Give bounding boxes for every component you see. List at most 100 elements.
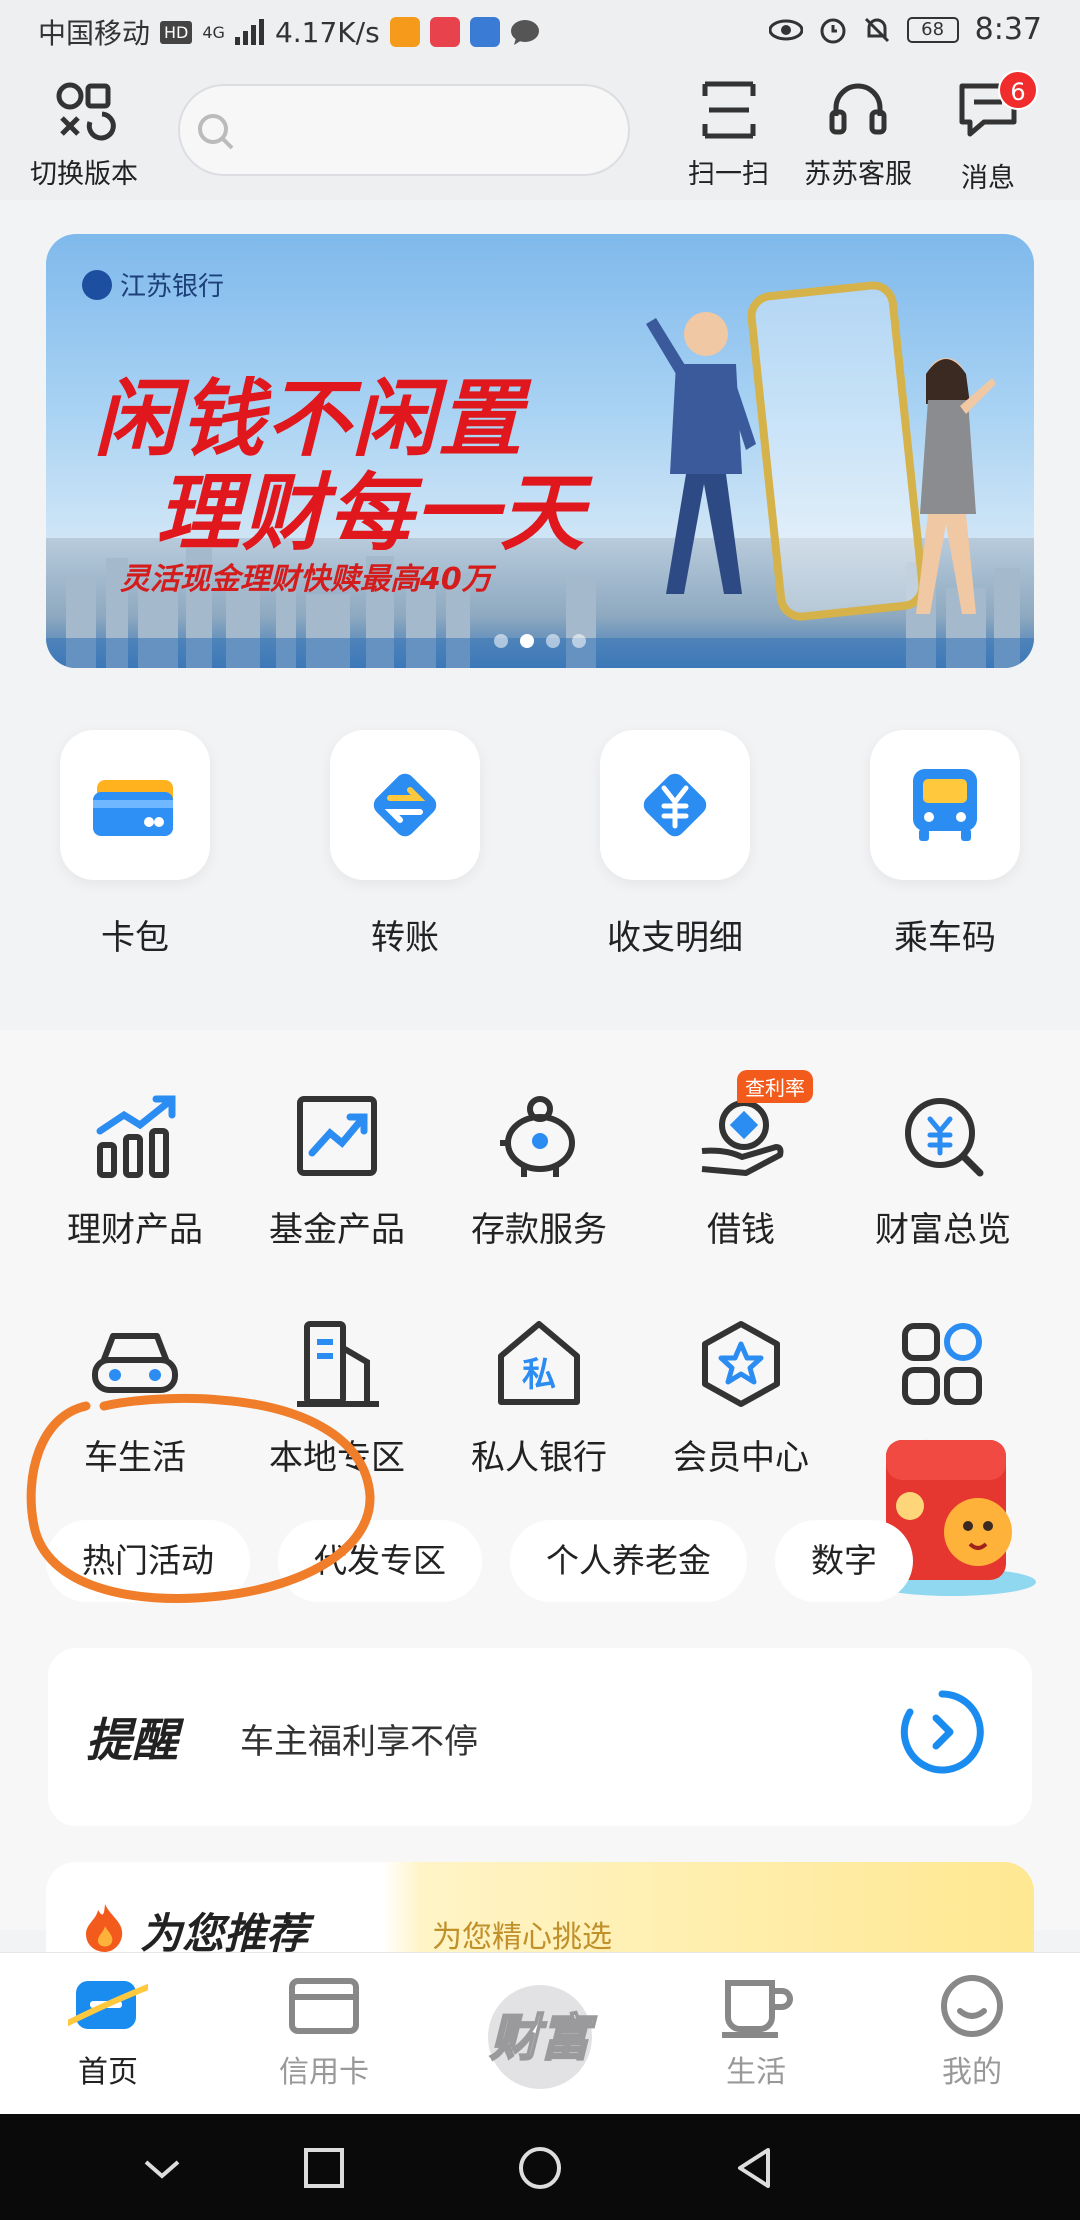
quick-transfer[interactable]: 转账	[305, 730, 505, 959]
banner-dot-active[interactable]	[520, 634, 534, 648]
home-button-icon[interactable]	[516, 2144, 564, 2192]
top-header: 切换版本 扫一扫 苏苏客服 6 消息	[0, 66, 1080, 200]
piggy-bank-icon	[500, 1096, 575, 1177]
bank-logo-icon	[82, 269, 112, 300]
service-car-life[interactable]: 车生活	[35, 1314, 235, 1479]
card-wallet-tile	[60, 730, 210, 880]
status-left: 中国移动 HD 4G 4.17K/s	[38, 12, 540, 52]
quick-bus-code[interactable]: 乘车码	[845, 730, 1045, 959]
service-label: 本地专区	[269, 1438, 405, 1478]
switch-version-button[interactable]: 切换版本	[30, 78, 138, 191]
carrier-name: 中国移动	[38, 17, 151, 50]
card-wallet-icon	[93, 780, 173, 836]
credit-card-icon	[289, 1978, 359, 2034]
headset-icon	[829, 83, 887, 135]
service-deposit[interactable]: 存款服务	[439, 1086, 639, 1251]
service-label: 借钱	[707, 1210, 775, 1250]
eye-icon	[768, 19, 803, 40]
service-private-bank[interactable]: 私 私人银行	[439, 1314, 639, 1479]
recent-apps-icon[interactable]	[300, 2144, 348, 2192]
service-borrow[interactable]: 查利率 借钱	[641, 1070, 841, 1251]
video-app-icon	[389, 17, 420, 47]
huawei-app-icon	[429, 17, 460, 47]
service-label: 财富总览	[875, 1210, 1011, 1250]
trend-chart-icon	[297, 1096, 377, 1176]
building-icon	[297, 1321, 379, 1407]
nav-label: 我的	[942, 2055, 1002, 2090]
star-badge-icon	[702, 1321, 780, 1407]
switch-version-label: 切换版本	[30, 159, 138, 190]
scan-icon	[702, 81, 755, 139]
battery-indicator: 68	[906, 16, 959, 43]
service-label: 私人银行	[471, 1438, 607, 1478]
service-wealth-products[interactable]: 理财产品	[35, 1086, 235, 1251]
reminder-card[interactable]: 提醒 车主福利享不停	[48, 1648, 1032, 1826]
service-label: 会员中心	[673, 1438, 809, 1478]
chip-payroll-zone[interactable]: 代发专区	[278, 1520, 482, 1602]
quick-label: 收支明细	[607, 918, 743, 958]
service-label: 存款服务	[471, 1210, 607, 1250]
interest-rate-tag[interactable]: 查利率	[737, 1070, 813, 1103]
back-icon[interactable]	[730, 2144, 778, 2192]
quick-statement[interactable]: 收支明细	[575, 730, 775, 959]
scan-label: 扫一扫	[688, 159, 769, 190]
switch-version-icon	[56, 82, 116, 141]
quick-actions: 卡包 转账 收支明细 乘车码	[0, 700, 1080, 1030]
hd-indicator: HD	[160, 20, 193, 44]
mute-bell-icon	[864, 17, 889, 42]
service-fund-products[interactable]: 基金产品	[237, 1086, 437, 1251]
service-label: 基金产品	[269, 1210, 405, 1250]
bottom-nav: 首页 信用卡 财富 生活 我的	[0, 1952, 1080, 2114]
wealth-search-icon	[905, 1098, 984, 1177]
transfer-tile	[330, 730, 480, 880]
bank-app-icon	[469, 17, 500, 47]
private-bank-icon: 私	[498, 1321, 580, 1405]
customer-service-label: 苏苏客服	[804, 159, 912, 190]
chip-pension[interactable]: 个人养老金	[510, 1520, 747, 1602]
service-local-zone[interactable]: 本地专区	[237, 1314, 437, 1479]
nav-life[interactable]: 生活	[666, 1973, 846, 2091]
cup-icon	[722, 1980, 793, 2038]
search-icon	[198, 114, 234, 150]
reminder-label: 提醒	[86, 1713, 178, 1767]
smile-icon	[941, 1975, 1003, 2037]
scan-button[interactable]: 扫一扫	[688, 78, 769, 191]
loan-hand-icon	[701, 1100, 784, 1176]
nav-home[interactable]: 首页	[18, 1973, 198, 2091]
status-right: 68 8:37	[768, 12, 1042, 47]
chart-bars-icon	[96, 1095, 176, 1178]
chip-digital[interactable]: 数字	[775, 1520, 913, 1602]
messages-badge: 6	[998, 70, 1038, 110]
messages-button[interactable]: 6 消息	[956, 70, 1038, 195]
service-label: 车生活	[84, 1438, 186, 1478]
quick-label: 卡包	[101, 918, 169, 958]
quick-card-wallet[interactable]: 卡包	[35, 730, 235, 959]
banner-dot[interactable]	[494, 634, 508, 648]
bank-logo-text: 江苏银行	[120, 272, 225, 302]
chat-bubble-icon	[510, 20, 539, 45]
promo-banner[interactable]: 江苏银行 闲钱不闲置 理财每一天 灵活现金理财快赎最高40万	[46, 234, 1034, 668]
banner-pagination	[46, 634, 1034, 648]
search-input[interactable]	[178, 84, 630, 176]
banner-dot[interactable]	[572, 634, 586, 648]
fire-icon	[86, 1904, 123, 1952]
reminder-text: 车主福利享不停	[240, 1722, 478, 1762]
clock-time: 8:37	[974, 12, 1042, 47]
service-wealth-overview[interactable]: 财富总览	[843, 1086, 1043, 1251]
status-bar: 中国移动 HD 4G 4.17K/s 68 8:37	[0, 0, 1080, 66]
quick-label: 乘车码	[894, 918, 996, 958]
banner-subline: 灵活现金理财快赎最高40万	[120, 562, 492, 597]
customer-service-button[interactable]: 苏苏客服	[804, 78, 912, 191]
bus-icon	[913, 769, 977, 841]
service-member-center[interactable]: 会员中心	[641, 1314, 841, 1479]
home-icon	[68, 1981, 148, 2029]
nav-credit-card[interactable]: 信用卡	[234, 1973, 414, 2091]
collapse-icon[interactable]	[138, 2144, 186, 2192]
wealth-logo-icon[interactable]: 财富	[470, 1959, 610, 2109]
chip-hot-activity[interactable]: 热门活动	[46, 1520, 250, 1602]
banner-dot[interactable]	[546, 634, 560, 648]
car-icon	[92, 1333, 178, 1393]
nav-mine[interactable]: 我的	[882, 1973, 1062, 2091]
reminder-arrow-icon[interactable]	[900, 1690, 984, 1774]
category-chips: 热门活动 代发专区 个人养老金 数字	[46, 1520, 913, 1602]
